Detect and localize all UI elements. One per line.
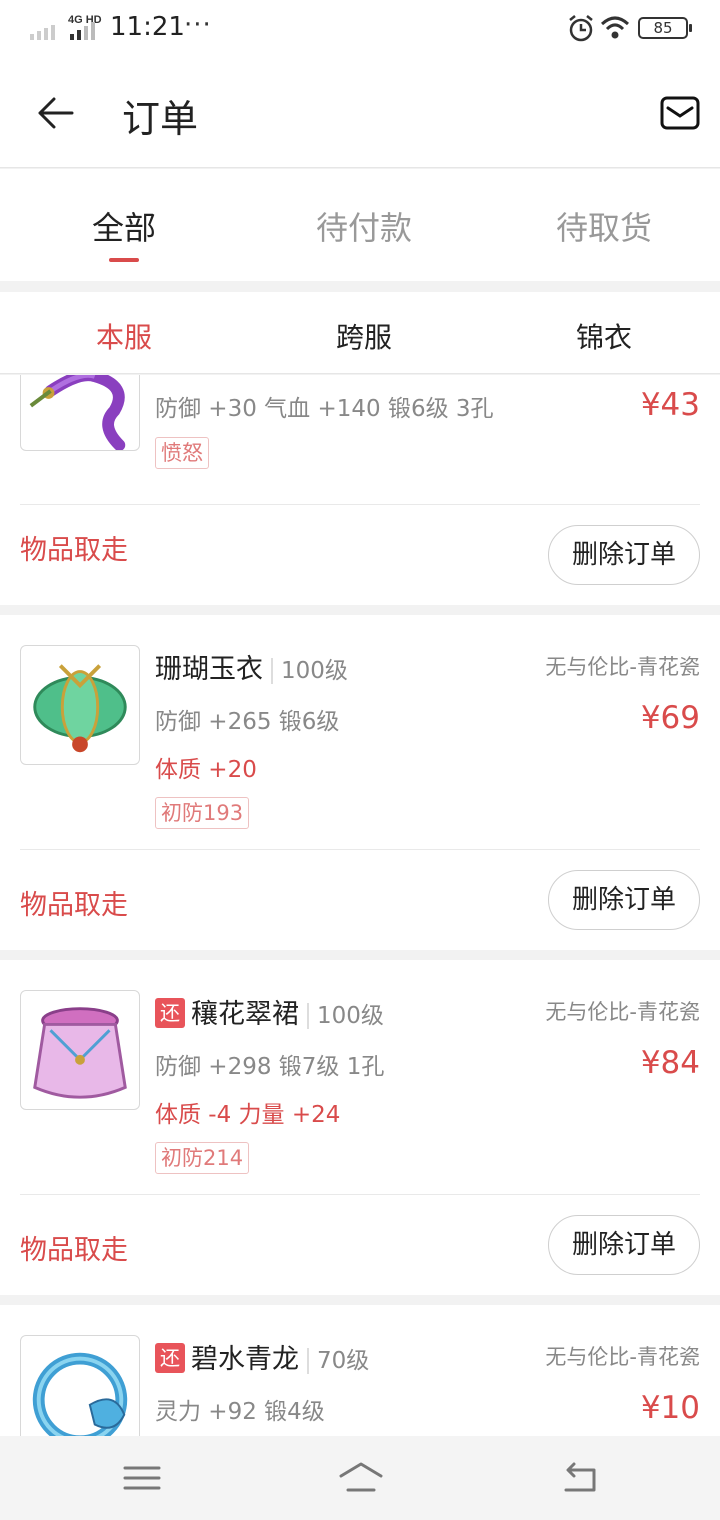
delete-order-button[interactable]: 删除订单 bbox=[548, 525, 700, 585]
item-level: 70级 bbox=[307, 1348, 370, 1374]
item-stats: 防御 +30 气血 +140 锻6级 3孔 bbox=[155, 396, 494, 422]
return-badge: 还 bbox=[155, 1343, 185, 1373]
alarm-icon bbox=[569, 15, 593, 42]
order-status-tabs: 全部 待付款 待取货 bbox=[0, 169, 720, 281]
item-thumbnail[interactable] bbox=[20, 1335, 140, 1436]
order-list[interactable]: 防御 +30 气血 +140 锻6级 3孔 ¥43 愤怒 物品取走 删除订单 珊… bbox=[0, 375, 720, 1436]
tab-pending-payment[interactable]: 待付款 bbox=[244, 203, 484, 249]
server-name: 无与伦比-青花瓷 bbox=[545, 1000, 700, 1024]
order-status: 物品取走 bbox=[20, 890, 128, 921]
order-card: 还碧水青龙 70级 无与伦比-青花瓷 灵力 +92 锻4级 ¥10 bbox=[0, 1305, 720, 1436]
subtab-this-server[interactable]: 本服 bbox=[4, 316, 244, 356]
battery-icon: 85 bbox=[638, 17, 692, 39]
divider bbox=[20, 849, 700, 850]
divider bbox=[20, 1194, 700, 1195]
item-level: 100级 bbox=[271, 658, 348, 684]
more-notifications-icon: ··· bbox=[184, 10, 212, 40]
item-price: ¥43 bbox=[640, 387, 700, 423]
item-thumbnail[interactable] bbox=[20, 645, 140, 765]
item-thumbnail[interactable] bbox=[20, 990, 140, 1110]
item-image bbox=[29, 375, 126, 450]
item-bonus: 体质 -4 力量 +24 bbox=[155, 1102, 341, 1128]
return-badge: 还 bbox=[155, 998, 185, 1028]
item-stats: 灵力 +92 锻4级 bbox=[155, 1399, 325, 1425]
tab-all[interactable]: 全部 bbox=[4, 203, 244, 249]
network-label: 4G HD bbox=[68, 14, 102, 26]
item-level: 100级 bbox=[307, 1003, 384, 1029]
item-name-row: 还穰花翠裙 100级 bbox=[155, 992, 384, 1031]
server-name: 无与伦比-青花瓷 bbox=[545, 655, 700, 679]
active-tab-indicator bbox=[109, 258, 139, 262]
item-price: ¥69 bbox=[640, 700, 700, 736]
system-nav-bar bbox=[0, 1436, 720, 1520]
item-tag: 愤怒 bbox=[155, 437, 209, 469]
item-name: 珊瑚玉衣 bbox=[155, 654, 263, 685]
home-icon[interactable] bbox=[338, 1460, 384, 1496]
subtab-outfit[interactable]: 锦衣 bbox=[484, 316, 720, 356]
item-bonus: 体质 +20 bbox=[155, 757, 257, 783]
order-status: 物品取走 bbox=[20, 535, 128, 566]
order-card: 防御 +30 气血 +140 锻6级 3孔 ¥43 愤怒 物品取走 删除订单 bbox=[0, 375, 720, 605]
server-name: 无与伦比-青花瓷 bbox=[545, 1345, 700, 1369]
item-tag: 初防193 bbox=[155, 797, 250, 829]
arrow-left-icon[interactable] bbox=[32, 90, 78, 136]
mail-icon[interactable] bbox=[660, 96, 700, 130]
item-name: 碧水青龙 bbox=[191, 1344, 299, 1375]
page-title: 订单 bbox=[122, 97, 199, 141]
order-status: 物品取走 bbox=[20, 1235, 128, 1266]
delete-order-button[interactable]: 删除订单 bbox=[548, 870, 700, 930]
app-header: 订单 bbox=[0, 58, 720, 168]
status-bar: 4G HD 11:21 ··· 85 bbox=[0, 0, 720, 58]
tab-pending-pickup[interactable]: 待取货 bbox=[484, 203, 720, 249]
item-image bbox=[32, 1352, 128, 1436]
item-name-row: 珊瑚玉衣 100级 bbox=[155, 647, 348, 686]
back-icon[interactable] bbox=[560, 1460, 600, 1496]
order-card: 还穰花翠裙 100级 无与伦比-青花瓷 防御 +298 锻7级 1孔 ¥84 体质… bbox=[0, 960, 720, 1295]
item-thumbnail[interactable] bbox=[20, 375, 140, 451]
item-image bbox=[33, 1007, 127, 1099]
divider bbox=[20, 504, 700, 505]
clock: 11:21 bbox=[110, 12, 185, 42]
item-tag: 初防214 bbox=[155, 1142, 250, 1174]
item-price: ¥84 bbox=[640, 1045, 700, 1081]
wifi-icon bbox=[600, 16, 630, 39]
delete-order-button[interactable]: 删除订单 bbox=[548, 1215, 700, 1275]
item-image bbox=[33, 664, 127, 753]
item-name: 穰花翠裙 bbox=[191, 999, 299, 1030]
item-name-row: 还碧水青龙 70级 bbox=[155, 1337, 370, 1376]
item-stats: 防御 +265 锻6级 bbox=[155, 709, 340, 735]
signal-icon: 4G HD bbox=[30, 14, 102, 40]
item-stats: 防御 +298 锻7级 1孔 bbox=[155, 1054, 385, 1080]
menu-icon[interactable] bbox=[122, 1460, 162, 1496]
item-price: ¥10 bbox=[640, 1390, 700, 1426]
order-card: 珊瑚玉衣 100级 无与伦比-青花瓷 防御 +265 锻6级 ¥69 体质 +20… bbox=[0, 615, 720, 950]
server-subtabs: 本服 跨服 锦衣 bbox=[0, 292, 720, 374]
subtab-cross-server[interactable]: 跨服 bbox=[244, 316, 484, 356]
